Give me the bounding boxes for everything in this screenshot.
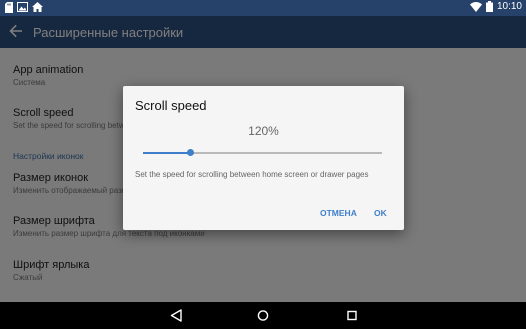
ok-button[interactable]: OK — [374, 208, 387, 218]
scroll-speed-dialog: Scroll speed 120% Set the speed for scro… — [123, 86, 404, 230]
dialog-title: Scroll speed — [135, 98, 207, 113]
nav-recents-icon[interactable] — [346, 309, 358, 327]
clock: 10:10 — [496, 1, 522, 12]
slider-thumb[interactable] — [187, 149, 195, 156]
wifi-icon — [469, 1, 482, 12]
dialog-description: Set the speed for scrolling between home… — [135, 170, 369, 179]
nav-back-icon[interactable] — [170, 309, 182, 327]
navigation-bar — [0, 302, 526, 329]
nav-home-icon[interactable] — [257, 309, 269, 327]
image-icon — [17, 2, 28, 13]
slider-fill — [143, 152, 191, 154]
home-icon — [32, 2, 43, 13]
status-bar: 10:10 — [0, 0, 526, 16]
slider-value: 120% — [248, 124, 279, 138]
battery-icon — [485, 1, 493, 12]
cancel-button[interactable]: ОТМЕНА — [320, 208, 357, 218]
scroll-speed-slider[interactable] — [143, 149, 382, 157]
sd-card-icon — [5, 2, 13, 13]
